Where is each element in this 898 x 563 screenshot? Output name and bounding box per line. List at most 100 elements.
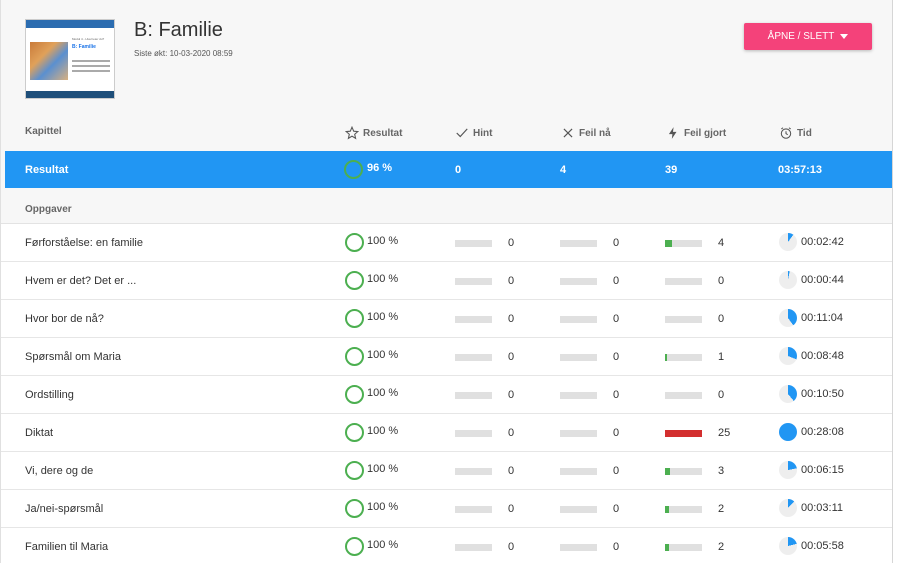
task-result: 100 % — [367, 273, 399, 285]
table-row[interactable]: Familien til Maria 100 % 0 0 2 00:05:58 — [1, 528, 892, 563]
table-row[interactable]: Hvem er det? Det er ... 100 % 0 0 0 00:0… — [1, 262, 892, 300]
task-errors-now: 0 — [613, 389, 620, 401]
errors-made-bar — [665, 506, 702, 513]
col-errors-made-label: Feil gjort — [684, 127, 727, 139]
hint-bar — [455, 316, 492, 323]
task-errors-now: 0 — [613, 541, 620, 553]
table-row[interactable]: Ja/nei-spørsmål 100 % 0 0 2 00:03:11 — [1, 490, 892, 528]
task-errors-now: 0 — [613, 275, 620, 287]
table-row[interactable]: Hvor bor de nå? 100 % 0 0 0 00:11:04 — [1, 300, 892, 338]
hint-bar — [455, 392, 492, 399]
task-name: Hvem er det? Det er ... — [25, 275, 137, 287]
table-row[interactable]: Førforståelse: en familie 100 % 0 0 4 00… — [1, 224, 892, 262]
time-pie-icon — [779, 461, 797, 479]
col-time-label: Tid — [797, 127, 812, 139]
task-hint: 0 — [508, 351, 515, 363]
task-errors-made: 4 — [718, 237, 725, 249]
result-ring-icon — [345, 309, 364, 328]
summary-row[interactable]: Resultat 96 % 0 4 39 03:57:13 — [5, 151, 892, 188]
time-pie-icon — [779, 309, 797, 327]
task-result: 100 % — [367, 235, 399, 247]
table-row[interactable]: Spørsmål om Maria 100 % 0 0 1 00:08:48 — [1, 338, 892, 376]
thumbnail-title: B: Familie — [72, 44, 96, 50]
task-name: Ja/nei-spørsmål — [25, 503, 104, 515]
module-thumbnail[interactable]: Modul 4 - Hva heter du? B: Familie — [25, 19, 115, 99]
errors-now-bar — [560, 468, 597, 475]
errors-made-bar — [665, 392, 702, 399]
task-name: Hvor bor de nå? — [25, 313, 104, 325]
task-name: Vi, dere og de — [25, 465, 94, 477]
errors-made-bar — [665, 544, 702, 551]
thumbnail-module-text: Modul 4 - Hva heter du? — [72, 37, 105, 41]
errors-now-bar — [560, 240, 597, 247]
task-errors-made: 0 — [718, 275, 725, 287]
col-result[interactable]: Resultat — [345, 126, 402, 140]
table-row[interactable]: Ordstilling 100 % 0 0 0 00:10:50 — [1, 376, 892, 414]
task-result: 100 % — [367, 501, 399, 513]
time-pie-icon — [779, 347, 797, 365]
open-delete-button[interactable]: ÅPNE / SLETT — [744, 23, 872, 50]
hint-bar — [455, 506, 492, 513]
page-title: B: Familie — [134, 19, 223, 41]
task-list: Førforståelse: en familie 100 % 0 0 4 00… — [1, 224, 892, 563]
task-result: 100 % — [367, 463, 399, 475]
summary-label: Resultat — [25, 164, 69, 176]
task-errors-now: 0 — [613, 351, 620, 363]
task-hint: 0 — [508, 427, 515, 439]
time-pie-icon — [779, 537, 797, 555]
result-ring-icon — [345, 423, 364, 442]
task-name: Diktat — [25, 427, 54, 439]
task-errors-now: 0 — [613, 237, 620, 249]
task-result: 100 % — [367, 311, 399, 323]
task-time: 00:05:58 — [801, 540, 844, 552]
result-ring-icon — [345, 385, 364, 404]
col-chapter-label: Kapittel — [25, 126, 62, 137]
col-chapter[interactable]: Kapittel — [25, 126, 62, 137]
col-errors-now[interactable]: Feil nå — [561, 126, 611, 140]
task-errors-made: 2 — [718, 503, 725, 515]
col-errors-now-label: Feil nå — [579, 127, 611, 139]
errors-now-bar — [560, 316, 597, 323]
task-result: 100 % — [367, 349, 399, 361]
hint-bar — [455, 240, 492, 247]
hint-bar — [455, 354, 492, 361]
col-hint[interactable]: Hint — [455, 126, 492, 140]
summary-result: 96 % — [367, 162, 393, 174]
result-ring-icon — [345, 461, 364, 480]
table-row[interactable]: Diktat 100 % 0 0 25 00:28:08 — [1, 414, 892, 452]
task-errors-made: 3 — [718, 465, 725, 477]
errors-made-bar — [665, 430, 702, 437]
last-session-text: Siste økt: 10-03-2020 08:59 — [134, 49, 233, 58]
task-errors-now: 0 — [613, 503, 620, 515]
result-ring-icon — [345, 233, 364, 252]
task-time: 00:06:15 — [801, 464, 844, 476]
task-name: Familien til Maria — [25, 541, 109, 553]
errors-made-bar — [665, 468, 702, 475]
close-icon — [563, 128, 573, 138]
task-hint: 0 — [508, 541, 515, 553]
section-label: Oppgaver — [25, 204, 72, 215]
task-time: 00:11:04 — [801, 312, 844, 324]
alarm-clock-icon — [780, 127, 792, 139]
task-errors-made: 1 — [718, 351, 725, 363]
task-time: 00:10:50 — [801, 388, 844, 400]
col-hint-label: Hint — [473, 127, 493, 139]
errors-now-bar — [560, 430, 597, 437]
task-result: 100 % — [367, 539, 399, 551]
col-time[interactable]: Tid — [779, 126, 812, 140]
dropdown-caret-icon — [840, 34, 849, 39]
hint-bar — [455, 468, 492, 475]
table-row[interactable]: Vi, dere og de 100 % 0 0 3 00:06:15 — [1, 452, 892, 490]
summary-errors-made: 39 — [665, 164, 678, 176]
errors-now-bar — [560, 278, 597, 285]
errors-now-bar — [560, 544, 597, 551]
thumbnail-photo — [30, 42, 68, 80]
time-pie-icon — [779, 385, 797, 403]
time-pie-icon — [779, 271, 797, 289]
col-errors-made[interactable]: Feil gjort — [666, 126, 726, 140]
task-name: Ordstilling — [25, 389, 74, 401]
section-header: Oppgaver — [1, 188, 892, 224]
task-errors-made: 25 — [718, 427, 731, 439]
task-time: 00:03:11 — [801, 502, 844, 514]
task-name: Spørsmål om Maria — [25, 351, 121, 363]
